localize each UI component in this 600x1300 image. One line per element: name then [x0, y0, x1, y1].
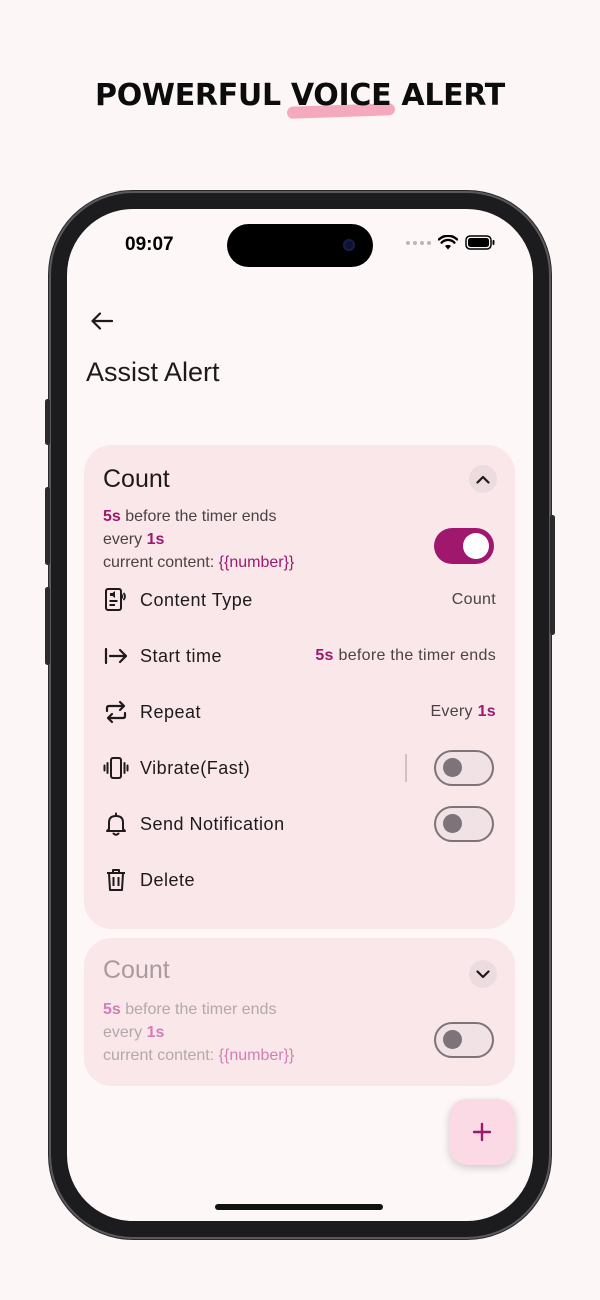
content-type-row[interactable]: Content Type Count	[103, 580, 496, 620]
app-screen: 09:07 Assist Alert Count 5s before the t…	[67, 209, 533, 1221]
battery-icon	[465, 235, 495, 250]
volume-up-button	[45, 487, 50, 565]
alert-enable-toggle[interactable]	[434, 528, 494, 564]
repeat-icon	[103, 699, 129, 725]
chevron-down-icon	[476, 969, 490, 978]
summary-content-text: current content:	[103, 1047, 219, 1064]
repeat-value: Every 1s	[430, 703, 496, 721]
summary-lead-text: before the timer ends	[120, 1001, 277, 1018]
summary-lead-value: 5s	[103, 1001, 121, 1018]
content-type-value: Count	[451, 591, 496, 608]
vibrate-divider	[405, 754, 407, 782]
add-alert-button[interactable]	[449, 1099, 515, 1165]
dynamic-island	[227, 224, 373, 267]
vibrate-icon	[103, 755, 129, 781]
summary-repeat-text: every	[103, 1024, 147, 1041]
alert-summary: 5s before the timer ends every 1s curren…	[103, 505, 294, 574]
camera-icon	[343, 239, 355, 251]
bell-icon	[103, 811, 129, 837]
summary-lead-text: before the timer ends	[120, 508, 277, 525]
alert-card: Count 5s before the timer ends every 1s …	[84, 445, 515, 929]
alert-title: Count	[103, 956, 170, 984]
start-time-row[interactable]: Start time 5s before the timer ends	[103, 636, 496, 676]
promo-headline: POWERFUL VOICE ALERT	[0, 78, 600, 113]
power-button	[550, 515, 555, 635]
vibrate-label: Vibrate(Fast)	[140, 757, 251, 778]
page-title: Assist Alert	[86, 357, 220, 387]
wifi-icon	[438, 235, 458, 250]
repeat-row[interactable]: Repeat Every 1s	[103, 692, 496, 732]
notification-label: Send Notification	[140, 813, 285, 834]
repeat-label: Repeat	[140, 701, 202, 722]
alert-title: Count	[103, 465, 170, 493]
repeat-value-prefix: Every	[430, 703, 478, 720]
summary-repeat-text: every	[103, 531, 147, 548]
start-time-label: Start time	[140, 645, 223, 666]
start-time-value: 5s before the timer ends	[315, 647, 496, 665]
alert-enable-toggle[interactable]	[434, 1022, 494, 1058]
delete-row[interactable]: Delete	[103, 860, 496, 900]
content-type-icon	[103, 587, 129, 613]
status-time: 09:07	[125, 234, 174, 255]
phone-frame: 09:07 Assist Alert Count 5s before the t…	[45, 191, 555, 1239]
chevron-up-icon	[476, 475, 490, 484]
summary-content-text: current content:	[103, 554, 219, 571]
home-indicator	[215, 1204, 383, 1210]
delete-label: Delete	[140, 869, 196, 890]
trash-icon	[103, 867, 129, 893]
action-button	[45, 399, 50, 445]
summary-content-value: {{number}}	[218, 554, 295, 571]
collapse-button[interactable]	[469, 465, 497, 493]
headline-highlight: VOICE	[290, 78, 392, 113]
alert-card[interactable]: Count 5s before the timer ends every 1s …	[84, 938, 515, 1086]
signal-icon	[406, 240, 431, 245]
headline-part2: ALERT	[391, 78, 505, 113]
repeat-value-strong: 1s	[477, 703, 496, 720]
start-time-value-strong: 5s	[315, 647, 334, 664]
vibrate-toggle[interactable]	[434, 750, 494, 786]
status-icons	[406, 235, 495, 250]
volume-down-button	[45, 587, 50, 665]
headline-part1: POWERFUL	[95, 78, 291, 113]
back-arrow-icon	[91, 312, 113, 330]
expand-button[interactable]	[469, 960, 497, 988]
summary-repeat-value: 1s	[146, 1024, 165, 1041]
start-time-icon	[103, 643, 129, 669]
back-button[interactable]	[85, 304, 119, 338]
content-type-label: Content Type	[140, 589, 253, 610]
notification-toggle[interactable]	[434, 806, 494, 842]
summary-content-value: {{number}}	[218, 1047, 295, 1064]
summary-lead-value: 5s	[103, 508, 121, 525]
plus-icon	[472, 1122, 492, 1142]
start-time-value-rest: before the timer ends	[333, 647, 496, 664]
summary-repeat-value: 1s	[146, 531, 165, 548]
alert-summary: 5s before the timer ends every 1s curren…	[103, 998, 294, 1067]
